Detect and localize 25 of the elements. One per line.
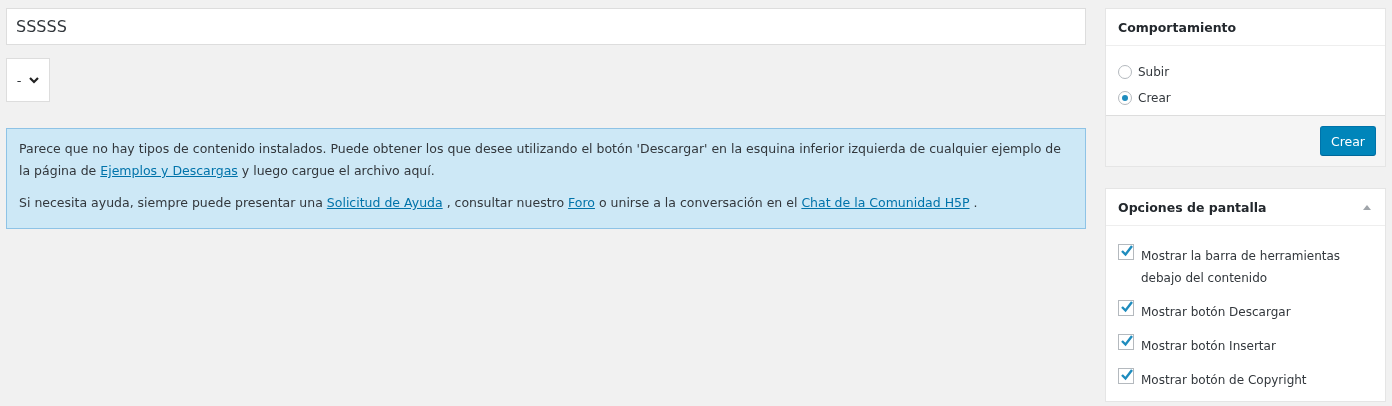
dropdown[interactable]: - <box>6 58 50 102</box>
radio-button[interactable] <box>1118 91 1132 105</box>
radio-button[interactable] <box>1118 65 1132 79</box>
panel-title: Opciones de pantalla <box>1118 199 1267 215</box>
collapse-arrow-icon[interactable] <box>1361 203 1373 211</box>
checkbox-label: Mostrar la barra de herramientas debajo del contenido <box>1141 248 1342 287</box>
create-button[interactable]: Crear <box>1319 126 1376 156</box>
link[interactable]: Solicitud de Ayuda <box>326 195 443 210</box>
radio-label: Crear <box>1138 91 1171 105</box>
notice-text: Si necesita ayuda, siempre puede presentar una Solicitud de Ayuda , consultar nuestro Foro o unirse a la conversación en el Chat de la Comunidad H5P . <box>19 194 979 212</box>
chevron-down-icon <box>29 76 40 84</box>
link[interactable]: Ejemplos y Descargas <box>100 163 238 178</box>
checkbox-label: Mostrar botón de Copyright <box>1141 372 1307 389</box>
notice-text: Parece que no hay tipos de contenido instalados. Puede obtener los que desee utilizando el botón 'Descargar' en la esquina inferior izquierda de cualquier ejemplo de la página de Ejemplos y Descargas y luego cargue el archivo aquí. <box>19 140 1062 180</box>
title-field[interactable]: SSSSS <box>6 8 1086 45</box>
checkbox[interactable] <box>1118 244 1134 260</box>
checkbox-label: Mostrar botón Descargar <box>1141 304 1291 321</box>
checkbox[interactable] <box>1118 334 1134 350</box>
radio-label: Subir <box>1138 65 1170 79</box>
checkbox[interactable] <box>1118 300 1134 316</box>
checkbox[interactable] <box>1118 368 1134 384</box>
panel-title: Comportamiento <box>1118 19 1237 35</box>
checkbox-label: Mostrar botón Insertar <box>1141 338 1276 355</box>
link[interactable]: Chat de la Comunidad H5P <box>801 195 970 210</box>
link[interactable]: Foro <box>568 195 595 210</box>
